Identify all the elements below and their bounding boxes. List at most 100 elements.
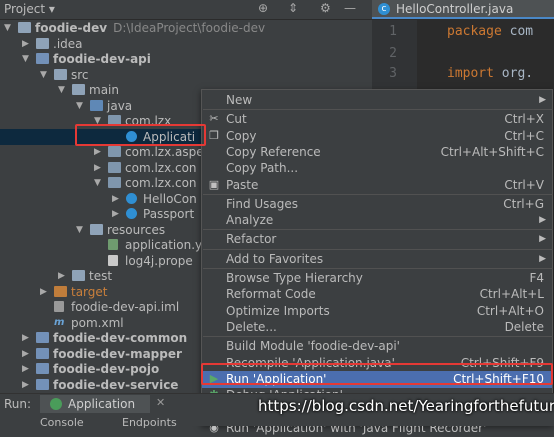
locate-icon[interactable]: ⊕ [258, 1, 268, 15]
menu-item-delete[interactable]: Delete... Delete [202, 319, 552, 336]
tab-hello-controller[interactable]: c HelloController.java [372, 0, 554, 19]
tab-endpoints[interactable]: Endpoints [122, 416, 177, 429]
expanded-arrow-icon[interactable]: ▼ [22, 51, 29, 67]
menu-item-shortcut: Delete [504, 319, 544, 334]
tree-item[interactable]: ▼ foodie-dev D:\IdeaProject\foodie-dev [0, 20, 372, 36]
tree-item-text: foodie-dev-mapper [53, 346, 182, 361]
menu-item-cut[interactable]: ✂ Cut Ctrl+X [202, 111, 552, 128]
highlight-run-application [201, 363, 553, 385]
menu-item-reformat-code[interactable]: Reformat Code Ctrl+Alt+L [202, 286, 552, 303]
module-icon [36, 363, 49, 374]
tree-item-text: foodie-dev-service [53, 377, 179, 392]
menu-item-label: Delete... [226, 319, 277, 334]
code-keyword: import [447, 66, 494, 81]
menu-item-build-module-foodie-dev-api[interactable]: Build Module 'foodie-dev-api' [202, 338, 552, 355]
tree-item-text: .idea [53, 36, 83, 51]
tree-item-text: foodie-dev-pojo [53, 362, 160, 376]
menu-item-find-usages[interactable]: Find Usages Ctrl+G [202, 196, 552, 213]
tree-item-label: Passport [143, 206, 194, 222]
code-text: com [501, 24, 534, 39]
tree-item-label: com.lzx.con [125, 175, 197, 191]
tree-item-text: foodie-dev-api.iml [71, 300, 180, 314]
module-icon [36, 332, 49, 343]
expanded-arrow-icon[interactable]: ▼ [76, 98, 83, 114]
collapsed-arrow-icon[interactable]: ▶ [22, 36, 29, 52]
collapsed-arrow-icon[interactable]: ▶ [112, 206, 119, 222]
tree-item-label: foodie-dev-api.iml [71, 299, 179, 315]
tree-item-label: test [89, 268, 112, 284]
menu-item-new[interactable]: New ▶ [202, 92, 552, 109]
line-number: 2 [389, 46, 397, 61]
close-icon[interactable]: ✕ [156, 396, 165, 409]
excluded-folder-icon [54, 285, 67, 297]
tab-console[interactable]: Console [40, 416, 84, 429]
tree-item[interactable]: ▼ src [0, 67, 372, 83]
tree-item-text: foodie-dev [35, 21, 108, 35]
project-panel-title[interactable]: Project ▾ [4, 2, 55, 16]
tree-item[interactable]: ▶ .idea [0, 36, 372, 52]
tree-item-text: target [71, 284, 108, 299]
submenu-arrow-icon: ▶ [539, 253, 546, 264]
gear-icon[interactable]: ⚙ [320, 1, 331, 15]
expanded-arrow-icon[interactable]: ▼ [4, 20, 11, 36]
tree-item-label: src [71, 67, 89, 83]
menu-item-label: Analyze [226, 213, 274, 228]
menu-separator [203, 229, 553, 231]
copy-icon: ❐ [209, 128, 219, 142]
tree-item-label: log4j.prope [125, 253, 193, 269]
scissors-icon: ✂ [209, 112, 219, 126]
tree-item-label: main [89, 82, 119, 98]
menu-separator [203, 268, 553, 269]
menu-item-copy[interactable]: ❐ Copy Ctrl+C [202, 128, 552, 145]
collapsed-arrow-icon[interactable]: ▶ [22, 377, 29, 393]
menu-item-browse-type-hierarchy[interactable]: Browse Type Hierarchy F4 [202, 270, 552, 287]
tree-item-text: HelloCon [143, 191, 197, 206]
tree-item-label: pom.xml [71, 315, 124, 331]
menu-item-label: Copy [226, 128, 257, 143]
collapsed-arrow-icon[interactable]: ▶ [112, 191, 119, 207]
menu-separator [203, 109, 553, 111]
menu-item-refactor[interactable]: Refactor ▶ [202, 231, 552, 248]
collapse-all-icon[interactable]: ⇕ [288, 1, 298, 15]
highlight-application-class [75, 124, 206, 146]
menu-item-label: Reformat Code [226, 287, 316, 302]
expanded-arrow-icon[interactable]: ▼ [58, 82, 65, 98]
expanded-arrow-icon[interactable]: ▼ [40, 67, 47, 83]
menu-item-label: New [226, 93, 253, 107]
menu-item-optimize-imports[interactable]: Optimize Imports Ctrl+Alt+O [202, 303, 552, 320]
menu-item-label: Paste [226, 177, 259, 192]
line-number: 1 [389, 24, 397, 39]
tree-item-label: foodie-dev-mapper [53, 346, 182, 362]
tree-item-text: application.y [125, 238, 203, 252]
menu-item-copy-path[interactable]: Copy Path... [202, 160, 552, 177]
menu-item-paste[interactable]: ▣ Paste Ctrl+V [202, 177, 552, 194]
collapsed-arrow-icon[interactable]: ▶ [22, 346, 29, 362]
menu-item-copy-reference[interactable]: Copy Reference Ctrl+Alt+Shift+C [202, 144, 552, 161]
submenu-arrow-icon: ▶ [539, 215, 546, 226]
hide-icon[interactable]: — [344, 1, 356, 15]
collapsed-arrow-icon[interactable]: ▶ [22, 361, 29, 377]
paste-icon: ▣ [208, 177, 220, 191]
run-tab-application[interactable]: Application [40, 395, 150, 413]
tree-item[interactable]: ▼ foodie-dev-api [0, 51, 372, 67]
folder-icon [72, 270, 85, 281]
submenu-arrow-icon: ▶ [539, 95, 546, 105]
tree-item-text: main [89, 83, 119, 97]
folder-icon [72, 84, 85, 95]
tree-item-text: Passport [143, 207, 195, 221]
collapsed-arrow-icon[interactable]: ▶ [40, 284, 47, 300]
menu-item-label: Build Module 'foodie-dev-api' [226, 339, 400, 354]
collapsed-arrow-icon[interactable]: ▶ [22, 330, 29, 346]
expanded-arrow-icon[interactable]: ▼ [94, 175, 101, 191]
menu-separator [203, 336, 553, 338]
code-keyword: package [447, 24, 502, 39]
collapsed-arrow-icon[interactable]: ▶ [58, 268, 65, 284]
expanded-arrow-icon[interactable]: ▼ [76, 222, 83, 238]
folder-icon [18, 22, 31, 33]
menu-item-analyze[interactable]: Analyze ▶ [202, 212, 552, 229]
tree-item-label: application.y [125, 237, 202, 253]
collapsed-arrow-icon[interactable]: ▶ [94, 160, 101, 176]
collapsed-arrow-icon[interactable]: ▶ [94, 144, 101, 160]
menu-item-add-to-favorites[interactable]: Add to Favorites ▶ [202, 251, 552, 268]
package-icon [108, 146, 121, 157]
